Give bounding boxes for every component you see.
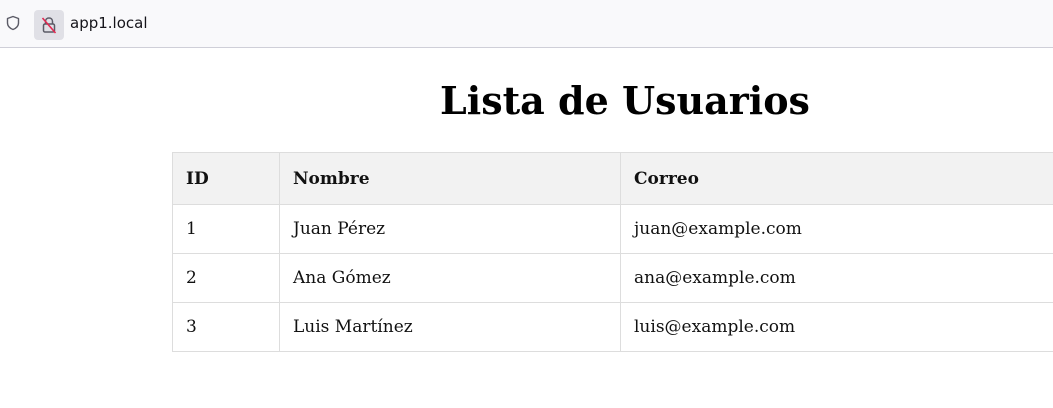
page-title: Lista de Usuarios — [440, 78, 810, 123]
table-header-row: ID Nombre Correo — [172, 152, 1053, 205]
cell-correo: luis@example.com — [620, 302, 1053, 352]
column-header-id: ID — [172, 152, 280, 205]
cell-id: 1 — [172, 204, 280, 254]
table-row: 2 Ana Gómez ana@example.com — [172, 253, 1053, 303]
cell-nombre: Ana Gómez — [279, 253, 621, 303]
url-host-text[interactable]: app1.local — [70, 13, 148, 33]
cell-id: 2 — [172, 253, 280, 303]
cell-correo: juan@example.com — [620, 204, 1053, 254]
cell-nombre: Luis Martínez — [279, 302, 621, 352]
cell-nombre: Juan Pérez — [279, 204, 621, 254]
shield-icon[interactable] — [5, 15, 21, 31]
column-header-nombre: Nombre — [279, 152, 621, 205]
table-row: 1 Juan Pérez juan@example.com — [172, 204, 1053, 254]
cell-id: 3 — [172, 302, 280, 352]
users-table: ID Nombre Correo 1 Juan Pérez juan@examp… — [172, 152, 1053, 352]
column-header-correo: Correo — [620, 152, 1053, 205]
table-row: 3 Luis Martínez luis@example.com — [172, 302, 1053, 352]
lock-insecure-icon[interactable] — [34, 10, 64, 40]
browser-url-bar[interactable]: app1.local — [0, 0, 1053, 48]
cell-correo: ana@example.com — [620, 253, 1053, 303]
